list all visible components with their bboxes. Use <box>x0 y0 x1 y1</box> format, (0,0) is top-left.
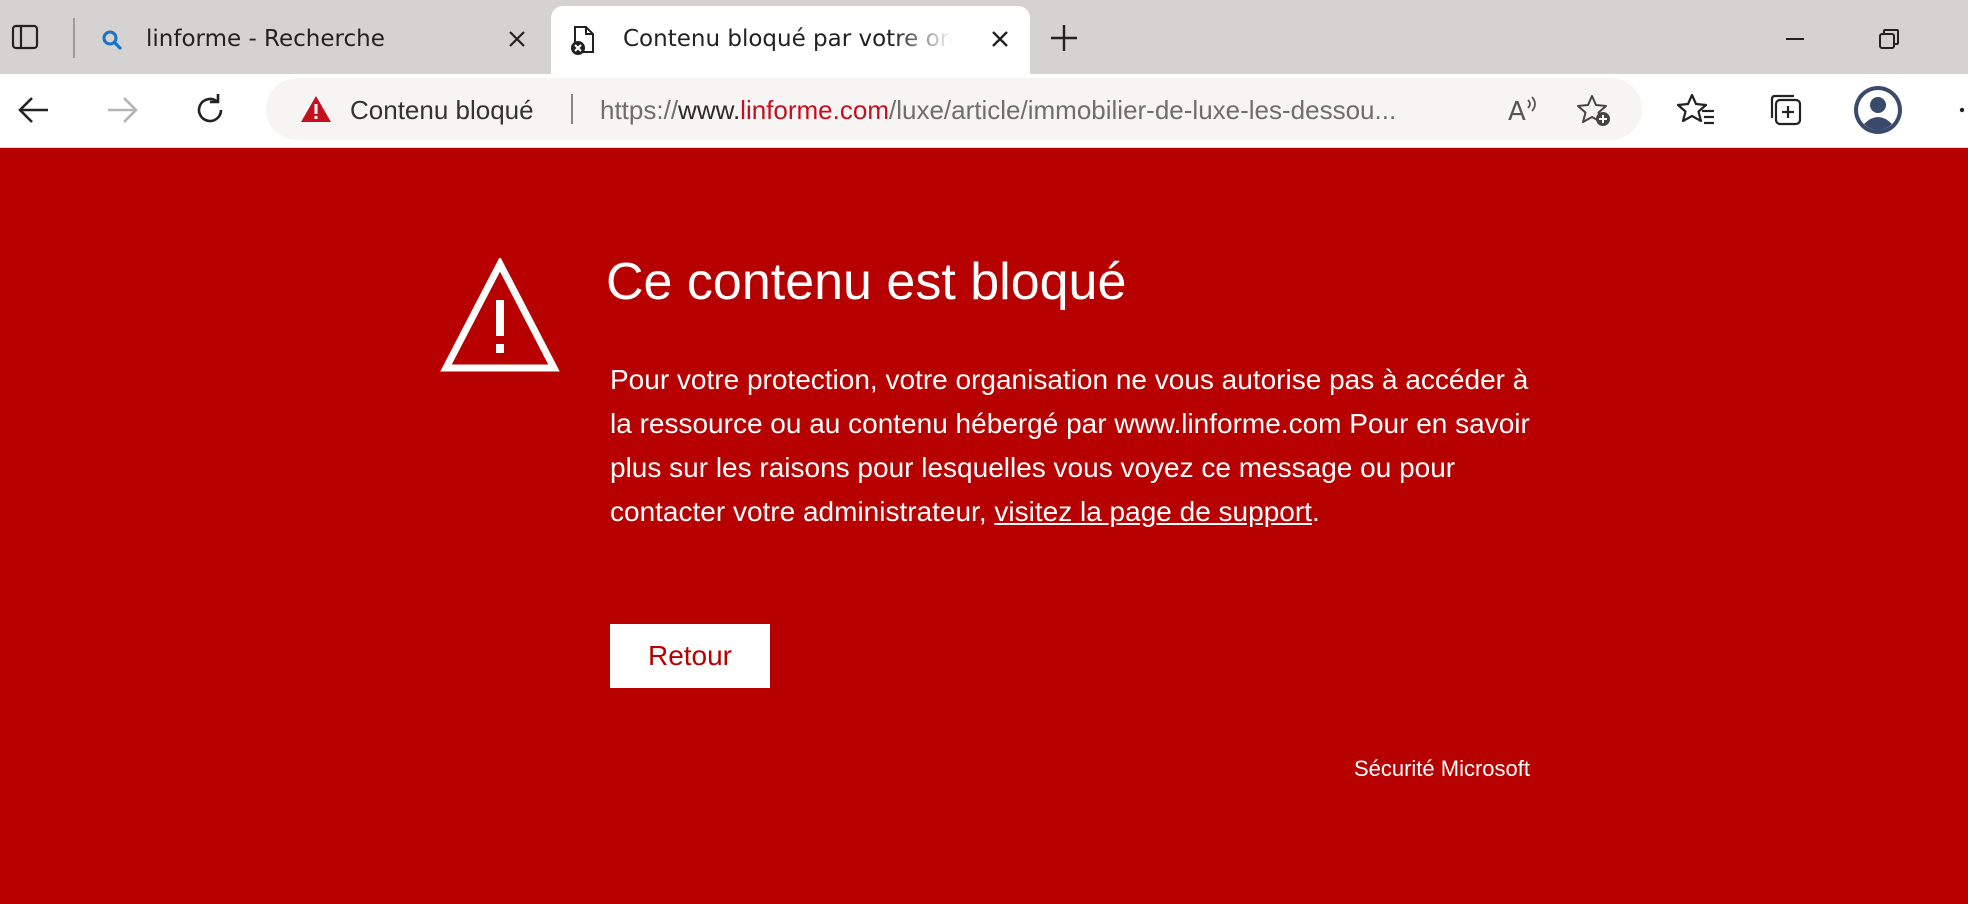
collections-icon[interactable] <box>1766 90 1806 130</box>
profile-avatar-icon[interactable] <box>1852 84 1904 136</box>
close-tab-icon[interactable] <box>504 26 530 52</box>
address-separator <box>571 94 573 124</box>
read-aloud-icon[interactable]: A <box>1506 92 1542 126</box>
url-host-prefix: www. <box>678 95 741 125</box>
tab-title: Contenu bloqué par votre organisation <box>623 26 953 52</box>
warning-icon[interactable] <box>300 95 332 123</box>
block-message: Pour votre protection, votre organisatio… <box>610 358 1550 534</box>
tab-actions-icon[interactable] <box>10 22 40 52</box>
footer-brand: Sécurité Microsoft <box>1353 756 1530 781</box>
message-end: . <box>1311 496 1320 527</box>
blocked-page: Ce contenu est bloqué Pour votre protect… <box>0 148 1968 904</box>
tab-strip: linforme - Recherche Contenu bloqué par … <box>0 0 1968 74</box>
blocked-page-icon <box>571 26 594 55</box>
site-status-label[interactable]: Contenu bloqué <box>350 95 534 126</box>
tab-blocked-content[interactable]: Contenu bloqué par votre organisation <box>551 6 1030 74</box>
page-title: Ce contenu est bloqué <box>606 253 1127 311</box>
add-favorite-icon[interactable] <box>1576 92 1612 128</box>
close-tab-icon[interactable] <box>987 26 1013 52</box>
forward-arrow-icon[interactable] <box>100 88 144 132</box>
url-text[interactable]: https://www.linforme.com/luxe/article/im… <box>600 95 1500 126</box>
search-icon <box>102 30 122 50</box>
svg-text:A: A <box>1508 97 1526 126</box>
refresh-icon[interactable] <box>188 88 232 132</box>
more-options-icon[interactable] <box>1944 100 1968 120</box>
new-tab-icon[interactable] <box>1046 20 1082 56</box>
warning-triangle-icon <box>440 258 560 372</box>
address-bar[interactable]: Contenu bloqué https://www.linforme.com/… <box>266 78 1642 140</box>
restore-icon[interactable] <box>1874 24 1904 54</box>
back-arrow-icon[interactable] <box>12 88 56 132</box>
tab-title: linforme - Recherche <box>146 26 385 52</box>
support-page-link[interactable]: visitez la page de support <box>994 496 1312 527</box>
browser-toolbar: Contenu bloqué https://www.linforme.com/… <box>0 74 1968 148</box>
tab-divider <box>73 18 75 58</box>
back-button[interactable]: Retour <box>610 624 770 688</box>
url-domain: linforme.com <box>740 95 889 125</box>
tab-search-results[interactable]: linforme - Recherche <box>80 6 542 74</box>
url-path: /luxe/article/immobilier-de-luxe-les-des… <box>889 95 1397 125</box>
minimize-icon[interactable] <box>1780 24 1810 54</box>
url-scheme: https:// <box>600 95 679 125</box>
favorites-icon[interactable] <box>1676 90 1716 130</box>
